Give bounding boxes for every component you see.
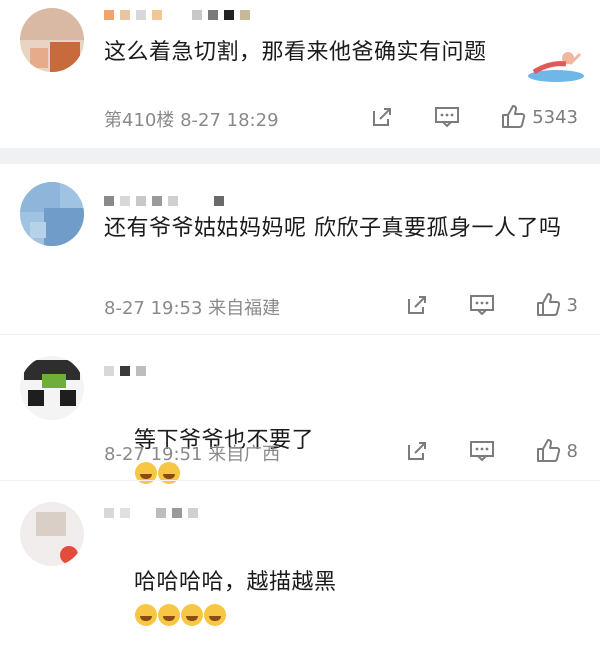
laugh-emoji-icon: [180, 604, 203, 626]
like-count: 8: [566, 440, 578, 462]
laugh-emoji-icon: [157, 604, 180, 626]
comment-text: 这么着急切割，那看来他爸确实有问题: [104, 40, 487, 65]
like-button[interactable]: 8: [535, 438, 578, 464]
comment-divider-line: [0, 480, 600, 481]
comment-icon[interactable]: [469, 293, 495, 317]
avatar[interactable]: [20, 182, 84, 246]
section-divider: [0, 148, 600, 164]
comment-4: 哈哈哈哈，越描越黑: [0, 484, 600, 626]
laugh-emoji-icon: [203, 604, 226, 626]
like-count: 5343: [532, 106, 578, 128]
comment-meta: 8-27 19:51 来自广西: [104, 444, 281, 465]
like-icon: [500, 104, 526, 130]
username-mosaic[interactable]: [104, 196, 224, 208]
comment-text: 哈哈哈哈，越描越黑: [104, 532, 574, 668]
like-icon: [535, 438, 561, 464]
comment-2: 还有爷爷姑姑妈妈呢 欣欣子真要孤身一人了吗 8-27 19:53 来自福建 3: [0, 164, 600, 334]
like-button[interactable]: 5343: [500, 104, 578, 130]
share-icon[interactable]: [370, 105, 394, 129]
comment-divider-line: [0, 334, 600, 335]
avatar[interactable]: [20, 502, 84, 566]
comment-icon[interactable]: [469, 439, 495, 463]
share-icon[interactable]: [405, 439, 429, 463]
comment-meta: 8-27 19:53 来自福建: [104, 298, 281, 319]
comment-meta: 第410楼 8-27 18:29: [104, 110, 279, 131]
comment-text: 还有爷爷姑姑妈妈呢 欣欣子真要孤身一人了吗: [104, 216, 562, 241]
share-icon[interactable]: [405, 293, 429, 317]
like-button[interactable]: 3: [535, 292, 578, 318]
comment-text-body: 哈哈哈哈，越描越黑: [133, 570, 337, 595]
avatar[interactable]: [20, 8, 84, 72]
comment-3: 等下爷爷也不要了 8-27 19:51 来自广西 8: [0, 340, 600, 484]
comment-icon[interactable]: [434, 105, 460, 129]
username-mosaic[interactable]: [104, 10, 250, 22]
like-icon: [535, 292, 561, 318]
laugh-emoji-icon: [134, 604, 157, 626]
username-mosaic[interactable]: [104, 366, 146, 378]
swimmer-sticker-icon: [528, 52, 584, 82]
comment-1: 这么着急切割，那看来他爸确实有问题 第410楼 8-27 18:29 5343: [0, 0, 600, 148]
like-count: 3: [566, 294, 578, 316]
avatar[interactable]: [20, 356, 84, 420]
username-mosaic[interactable]: [104, 508, 198, 520]
